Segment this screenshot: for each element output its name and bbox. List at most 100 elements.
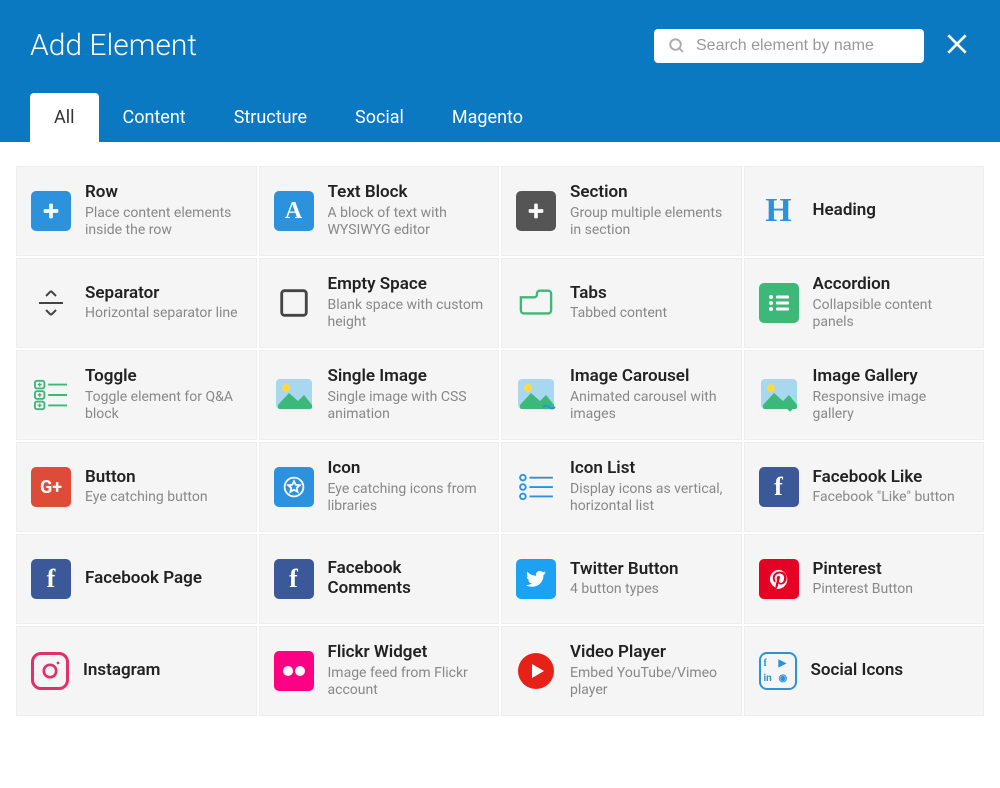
element-row[interactable]: Row Place content elements inside the ro… <box>16 166 257 256</box>
element-heading[interactable]: H Heading <box>744 166 985 256</box>
element-desc: Collapsible content panels <box>813 297 970 332</box>
element-text: Toggle Toggle element for Q&A block <box>85 366 242 423</box>
element-desc: Blank space with custom height <box>328 297 485 332</box>
element-facebook-comments[interactable]: f Facebook Comments <box>259 534 500 624</box>
element-desc: A block of text with WYSIWYG editor <box>328 205 485 240</box>
tab-all[interactable]: All <box>30 93 99 142</box>
close-button[interactable] <box>944 31 970 61</box>
letter-a-icon: A <box>274 191 314 231</box>
element-desc: Toggle element for Q&A block <box>85 389 242 424</box>
element-empty-space[interactable]: Empty Space Blank space with custom heig… <box>259 258 500 348</box>
element-text: Facebook Like Facebook "Like" button <box>813 467 955 507</box>
plus-icon <box>516 191 556 231</box>
element-separator[interactable]: Separator Horizontal separator line <box>16 258 257 348</box>
element-title: Heading <box>813 200 876 220</box>
element-title: Separator <box>85 283 238 303</box>
element-title: Button <box>85 467 208 487</box>
star-circle-icon <box>274 467 314 507</box>
element-title: Section <box>570 182 727 202</box>
element-pinterest[interactable]: Pinterest Pinterest Button <box>744 534 985 624</box>
element-text: Section Group multiple elements in secti… <box>570 182 727 239</box>
element-desc: Pinterest Button <box>813 581 913 599</box>
toggle-icon <box>31 375 71 415</box>
element-text: Icon Eye catching icons from libraries <box>328 458 485 515</box>
element-desc: Embed YouTube/Vimeo player <box>570 665 727 700</box>
element-text: Image Gallery Responsive image gallery <box>813 366 970 423</box>
element-desc: Eye catching icons from libraries <box>328 481 485 516</box>
element-toggle[interactable]: Toggle Toggle element for Q&A block <box>16 350 257 440</box>
element-button[interactable]: G+ Button Eye catching button <box>16 442 257 532</box>
search-box[interactable] <box>654 29 924 63</box>
element-text: Heading <box>813 200 876 222</box>
element-text: Row Place content elements inside the ro… <box>85 182 242 239</box>
element-title: Flickr Widget <box>328 642 485 662</box>
tab-content[interactable]: Content <box>99 93 210 142</box>
element-image-gallery[interactable]: Image Gallery Responsive image gallery <box>744 350 985 440</box>
element-desc: 4 button types <box>570 581 679 599</box>
separator-icon <box>31 283 71 323</box>
element-desc: Place content elements inside the row <box>85 205 242 240</box>
element-accordion[interactable]: Accordion Collapsible content panels <box>744 258 985 348</box>
element-flickr-widget[interactable]: Flickr Widget Image feed from Flickr acc… <box>259 626 500 716</box>
element-facebook-like[interactable]: f Facebook Like Facebook "Like" button <box>744 442 985 532</box>
element-text: Facebook Page <box>85 568 202 590</box>
element-social-icons[interactable]: f▶in◉ Social Icons <box>744 626 985 716</box>
element-text-block[interactable]: A Text Block A block of text with WYSIWY… <box>259 166 500 256</box>
element-text: Social Icons <box>811 660 904 682</box>
facebook-icon: f <box>759 467 799 507</box>
icon-list-icon <box>516 467 556 507</box>
header: Add Element AllContentStructureSocialMag… <box>0 0 1000 142</box>
flickr-icon <box>274 651 314 691</box>
element-title: Facebook Comments <box>328 558 485 599</box>
header-top: Add Element <box>30 28 970 63</box>
facebook-icon: f <box>274 559 314 599</box>
element-text: Text Block A block of text with WYSIWYG … <box>328 182 485 239</box>
element-video-player[interactable]: Video Player Embed YouTube/Vimeo player <box>501 626 742 716</box>
element-title: Social Icons <box>811 660 904 680</box>
element-desc: Tabbed content <box>570 305 667 323</box>
element-title: Toggle <box>85 366 242 386</box>
element-title: Tabs <box>570 283 667 303</box>
element-title: Icon <box>328 458 485 478</box>
element-icon[interactable]: Icon Eye catching icons from libraries <box>259 442 500 532</box>
element-title: Accordion <box>813 274 970 294</box>
tabs: AllContentStructureSocialMagento <box>30 93 970 142</box>
element-facebook-page[interactable]: f Facebook Page <box>16 534 257 624</box>
tab-social[interactable]: Social <box>331 93 428 142</box>
element-desc: Display icons as vertical, horizontal li… <box>570 481 727 516</box>
image-carousel-icon <box>516 375 556 415</box>
element-title: Twitter Button <box>570 559 679 579</box>
element-text: Separator Horizontal separator line <box>85 283 238 323</box>
element-icon-list[interactable]: Icon List Display icons as vertical, hor… <box>501 442 742 532</box>
element-desc: Horizontal separator line <box>85 305 238 323</box>
element-text: Pinterest Pinterest Button <box>813 559 913 599</box>
search-input[interactable] <box>696 37 910 55</box>
google-plus-icon: G+ <box>31 467 71 507</box>
element-title: Row <box>85 182 242 202</box>
element-title: Single Image <box>328 366 485 386</box>
element-desc: Responsive image gallery <box>813 389 970 424</box>
element-text: Facebook Comments <box>328 558 485 601</box>
empty-square-icon <box>274 283 314 323</box>
element-title: Image Gallery <box>813 366 970 386</box>
element-desc: Eye catching button <box>85 489 208 507</box>
instagram-icon <box>31 652 69 690</box>
pinterest-icon <box>759 559 799 599</box>
element-desc: Image feed from Flickr account <box>328 665 485 700</box>
element-title: Pinterest <box>813 559 913 579</box>
element-text: Empty Space Blank space with custom heig… <box>328 274 485 331</box>
element-single-image[interactable]: Single Image Single image with CSS anima… <box>259 350 500 440</box>
element-text: Image Carousel Animated carousel with im… <box>570 366 727 423</box>
video-play-icon <box>516 651 556 691</box>
element-section[interactable]: Section Group multiple elements in secti… <box>501 166 742 256</box>
element-text: Accordion Collapsible content panels <box>813 274 970 331</box>
element-tabs[interactable]: Tabs Tabbed content <box>501 258 742 348</box>
tab-structure[interactable]: Structure <box>210 93 331 142</box>
page-title: Add Element <box>30 28 197 63</box>
element-title: Icon List <box>570 458 727 478</box>
tab-magento[interactable]: Magento <box>428 93 547 142</box>
element-instagram[interactable]: Instagram <box>16 626 257 716</box>
element-twitter-button[interactable]: Twitter Button 4 button types <box>501 534 742 624</box>
element-image-carousel[interactable]: Image Carousel Animated carousel with im… <box>501 350 742 440</box>
element-text: Instagram <box>83 660 160 682</box>
